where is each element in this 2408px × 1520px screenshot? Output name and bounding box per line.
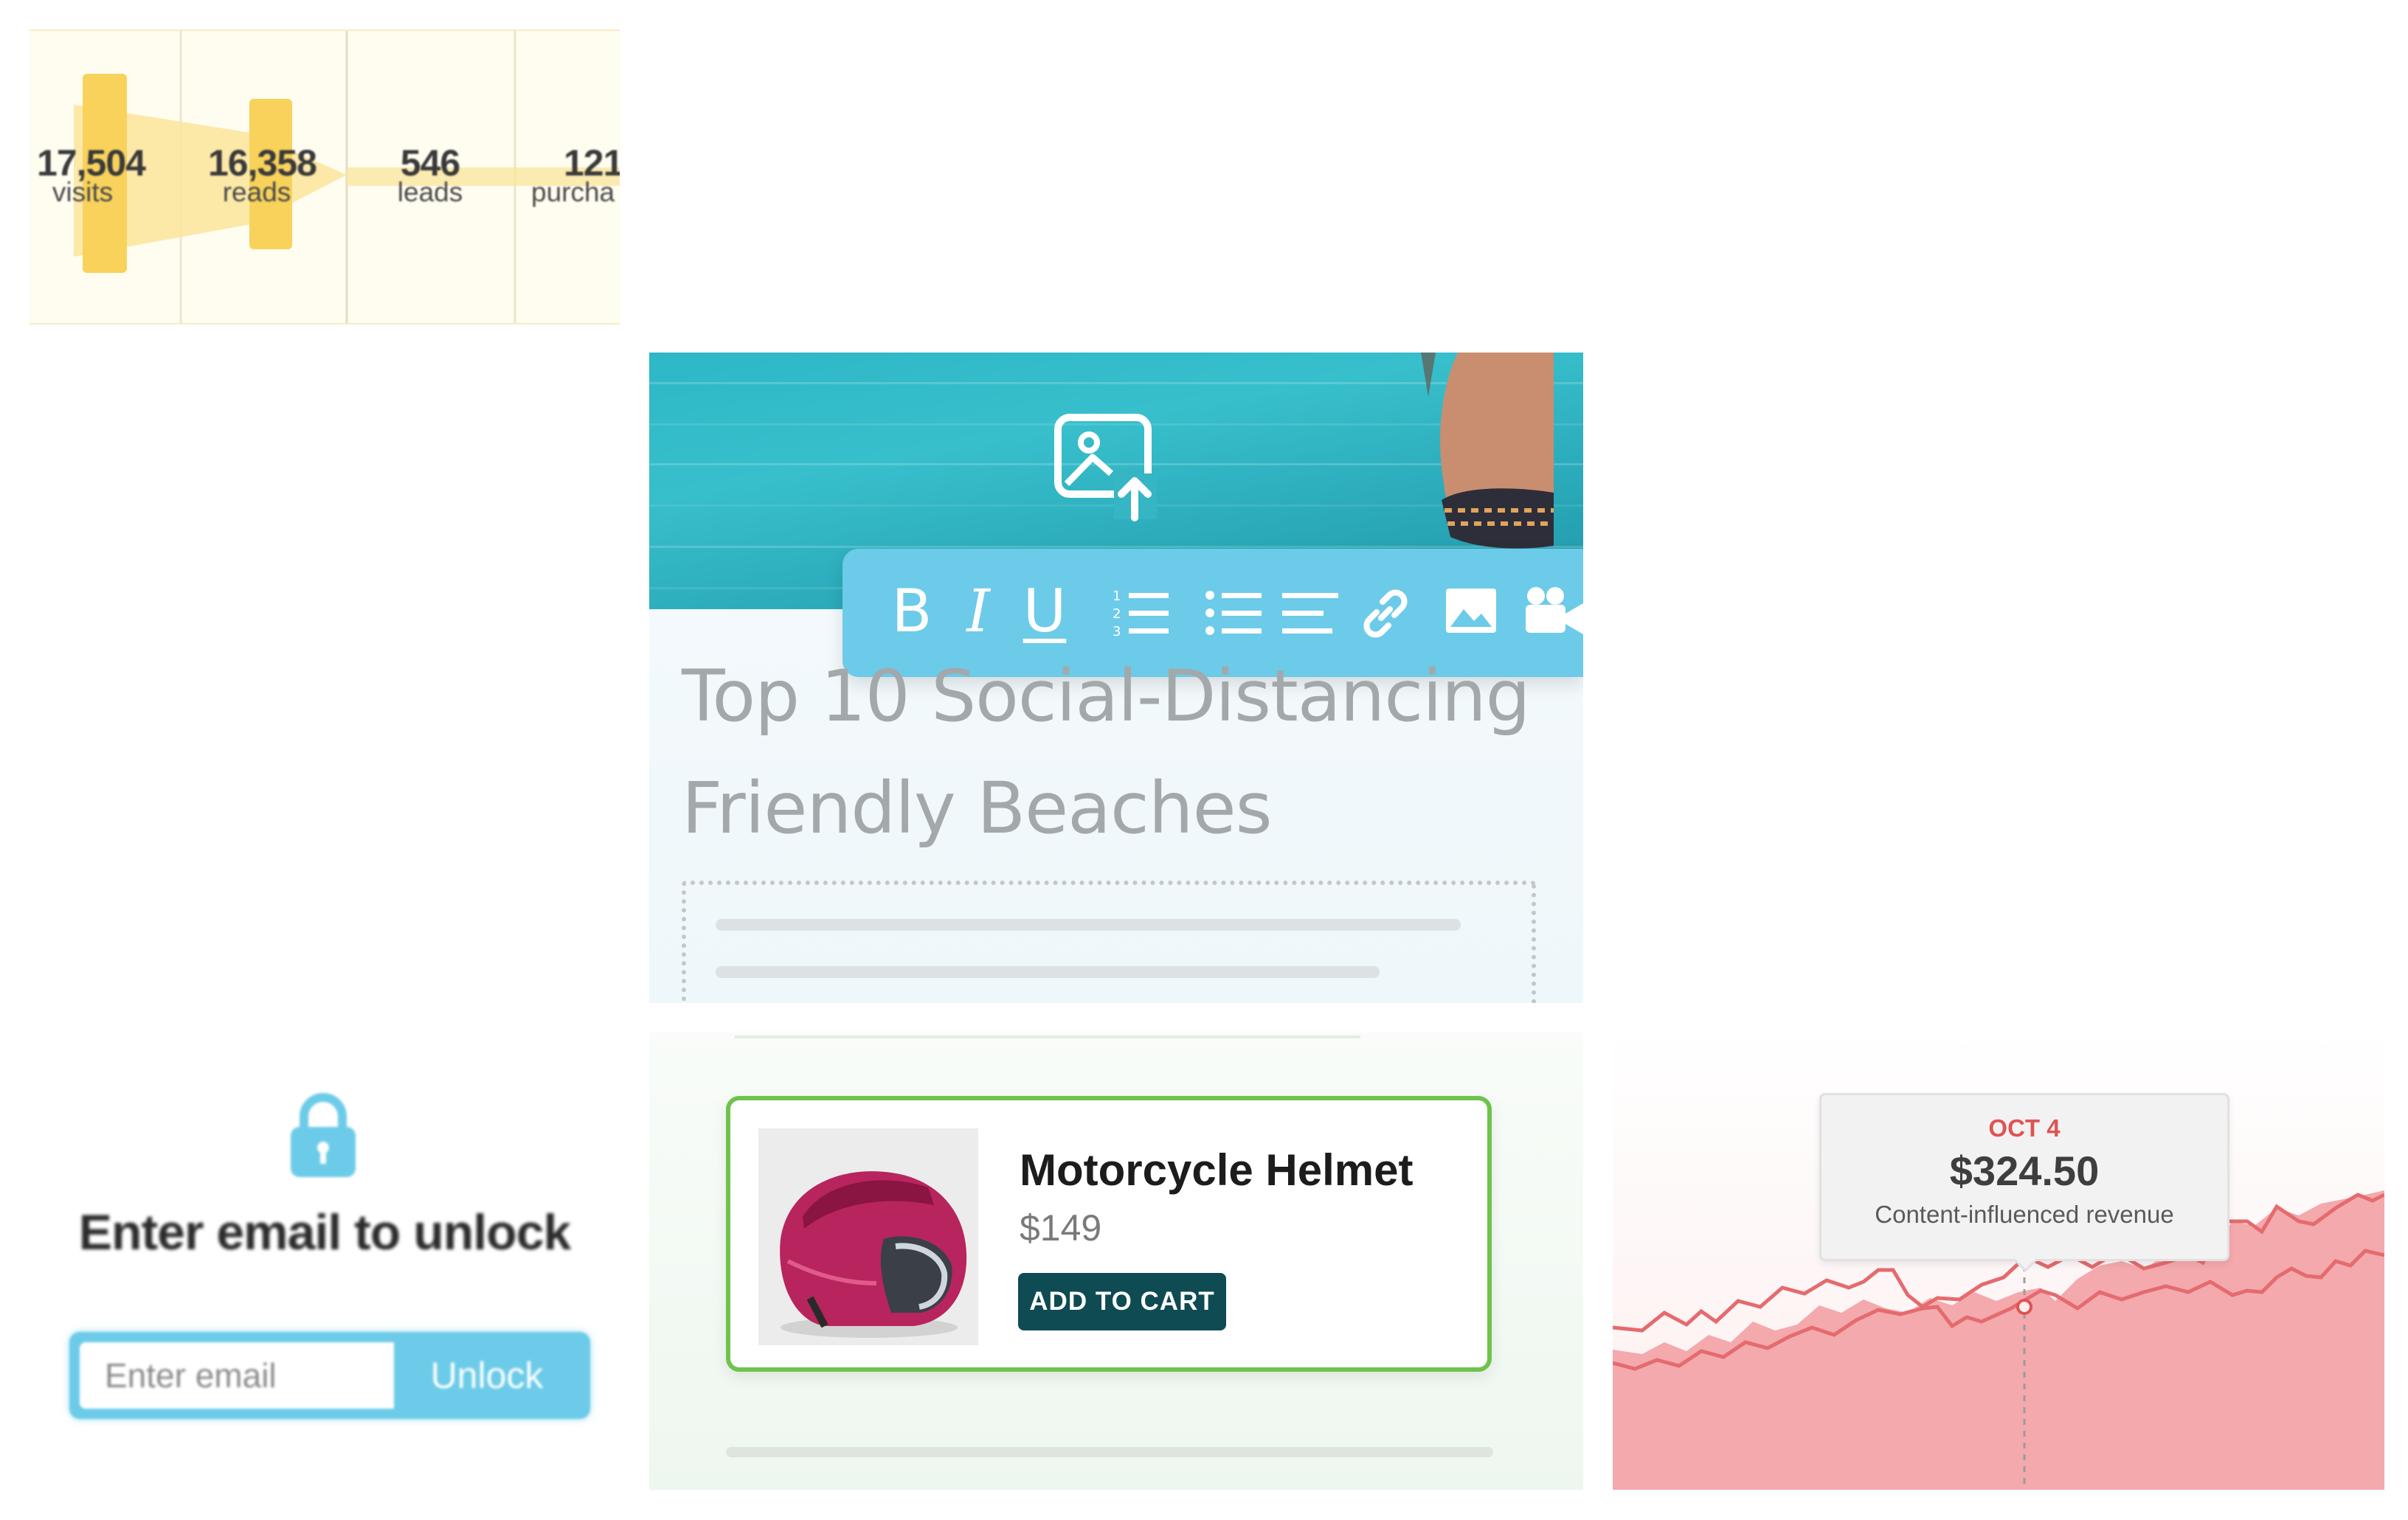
funnel-label: leads bbox=[397, 177, 463, 207]
text-line-placeholder bbox=[716, 966, 1380, 978]
svg-text:1: 1 bbox=[1113, 589, 1121, 604]
article-title[interactable]: Top 10 Social-Distancing Friendly Beache… bbox=[682, 640, 1552, 864]
product-card[interactable]: Motorcycle Helmet $149 ADD TO CART bbox=[726, 1096, 1492, 1372]
funnel-stage-purchases: 121 purcha bbox=[531, 142, 620, 208]
text-line-placeholder bbox=[726, 1447, 1493, 1457]
email-gate-form: Unlock bbox=[69, 1332, 590, 1419]
email-gate-card: Enter email to unlock Unlock bbox=[30, 1033, 620, 1490]
revenue-tooltip: OCT 4 $324.50 Content-influenced revenue bbox=[1819, 1093, 2229, 1261]
funnel-stage-leads: 546 leads bbox=[390, 142, 471, 208]
unordered-list-icon[interactable] bbox=[1204, 587, 1262, 639]
add-to-cart-button[interactable]: ADD TO CART bbox=[1018, 1273, 1226, 1330]
align-left-icon[interactable] bbox=[1282, 587, 1338, 639]
funnel-card: 17,504 visits 16,358 reads 546 leads 121… bbox=[30, 30, 620, 325]
editor-card: B I U 1 2 3 Top 10 Social-Distancing Fri… bbox=[649, 353, 1583, 1003]
helmet-image bbox=[758, 1128, 978, 1345]
beach-person-image bbox=[1421, 353, 1554, 549]
gate-title: Enter email to unlock bbox=[78, 1204, 572, 1260]
product-price: $149 bbox=[1020, 1207, 1102, 1249]
funnel-label: purcha bbox=[531, 177, 615, 207]
italic-button[interactable]: I bbox=[949, 578, 1008, 645]
divider bbox=[735, 1035, 1360, 1038]
unlock-button[interactable]: Unlock bbox=[394, 1342, 580, 1409]
upload-image-icon[interactable] bbox=[1052, 412, 1163, 522]
svg-text:3: 3 bbox=[1113, 624, 1121, 639]
product-embed-area: Motorcycle Helmet $149 ADD TO CART bbox=[649, 1033, 1583, 1490]
text-line-placeholder bbox=[716, 919, 1461, 931]
link-icon[interactable] bbox=[1356, 584, 1415, 643]
email-input[interactable] bbox=[80, 1342, 394, 1409]
insert-video-icon[interactable] bbox=[1523, 586, 1583, 637]
bold-button[interactable]: B bbox=[882, 578, 941, 645]
tooltip-label: Content-influenced revenue bbox=[1875, 1201, 2174, 1228]
content-block-placeholder[interactable] bbox=[682, 881, 1536, 1003]
tooltip-date: OCT 4 bbox=[1988, 1114, 2061, 1142]
lock-icon bbox=[291, 1093, 356, 1177]
ordered-list-icon[interactable]: 1 2 3 bbox=[1111, 587, 1169, 639]
funnel-stage-reads: 16,358 reads bbox=[208, 142, 317, 208]
insert-image-icon[interactable] bbox=[1445, 587, 1498, 636]
funnel-label: reads bbox=[222, 177, 291, 207]
svg-text:2: 2 bbox=[1113, 606, 1121, 622]
hover-point-comparison[interactable] bbox=[2016, 1299, 2032, 1315]
funnel-stage-visits: 17,504 visits bbox=[37, 142, 146, 208]
revenue-chart-card: OCT 4 $324.50 Content-influenced revenue bbox=[1613, 1033, 2384, 1490]
product-name[interactable]: Motorcycle Helmet bbox=[1020, 1145, 1414, 1195]
product-image[interactable] bbox=[758, 1128, 978, 1345]
tooltip-value: $324.50 bbox=[1949, 1148, 2100, 1194]
underline-button[interactable]: U bbox=[1015, 578, 1074, 645]
